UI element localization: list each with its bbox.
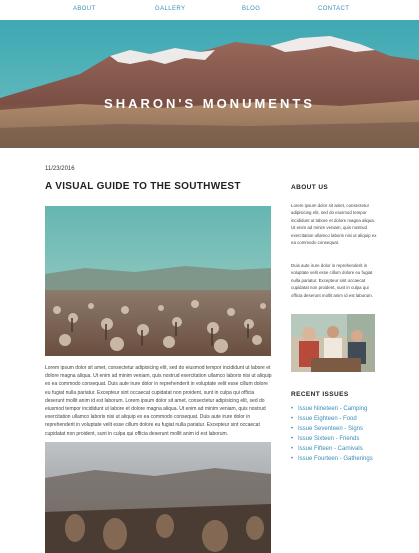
- issue-link-17[interactable]: • Issue Seventeen - Signs: [291, 424, 381, 434]
- top-nav: ABOUT GALLERY BLOG CONTACT: [0, 0, 419, 20]
- nav-link-blog[interactable]: BLOG: [242, 6, 260, 12]
- post-body-text: Lorem ipsum dolor sit amet, consectetur …: [45, 365, 272, 437]
- bullet-icon: •: [291, 416, 294, 422]
- recent-issues-list: • Issue Nineteen - Camping • Issue Eightee…: [291, 404, 381, 464]
- bullet-icon: •: [291, 446, 294, 452]
- bullet-icon: •: [291, 456, 294, 462]
- post-image-cactus-field: [45, 206, 271, 356]
- issue-link-16[interactable]: • Issue Sixteen - Friends: [291, 434, 381, 444]
- bullet-icon: •: [291, 436, 294, 442]
- post-image-cactus-closeup: [45, 442, 271, 553]
- hero-mountain-image: [0, 20, 419, 148]
- post-title: A VISUAL GUIDE TO THE SOUTHWEST: [45, 181, 241, 192]
- issue-link-18[interactable]: • Issue Eighteen - Food: [291, 414, 381, 424]
- issue-link-19[interactable]: • Issue Nineteen - Camping: [291, 404, 381, 414]
- post-date: 11/23/2016: [45, 166, 75, 172]
- bullet-icon: •: [291, 406, 294, 412]
- hero-banner: SHARON'S MONUMENTS: [0, 20, 419, 148]
- recent-issues-heading: RECENT ISSUES: [291, 391, 349, 398]
- issue-link-14[interactable]: • Issue Fourteen - Gatherings: [291, 454, 381, 464]
- nav-link-contact[interactable]: CONTACT: [318, 6, 349, 12]
- about-us-heading: ABOUT US: [291, 184, 329, 191]
- nav-link-about[interactable]: ABOUT: [73, 6, 96, 12]
- sidebar-people-image: [291, 314, 375, 372]
- about-us-paragraph-1: Lorem ipsum dolor sit amet, consectetur …: [291, 203, 377, 246]
- bullet-icon: •: [291, 426, 294, 432]
- site-title: SHARON'S MONUMENTS: [104, 96, 315, 111]
- issue-link-15[interactable]: • Issue Fifteen - Carnivals: [291, 444, 381, 454]
- about-us-paragraph-2: Duis aute irure dolor in reprehenderit i…: [291, 263, 373, 298]
- nav-link-gallery[interactable]: GALLERY: [155, 6, 185, 12]
